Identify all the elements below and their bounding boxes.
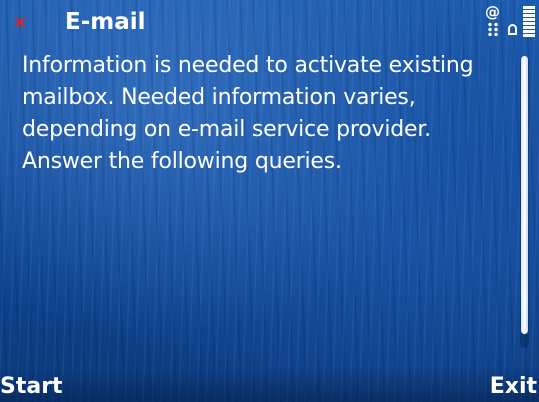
exit-softkey[interactable]: Exit (490, 372, 537, 402)
email-indicator-icon: @ (483, 4, 503, 40)
message-area: Information is needed to activate existi… (22, 50, 512, 350)
screen: × E-mail @ Information is needed to acti… (0, 0, 539, 402)
close-icon[interactable]: × (10, 12, 30, 34)
status-icons: @ (483, 4, 535, 42)
title-bar: × E-mail @ (0, 0, 539, 46)
softkey-bar: Start Exit (0, 368, 539, 402)
battery-icon (523, 6, 535, 42)
start-softkey[interactable]: Start (0, 372, 63, 402)
scrollbar[interactable] (520, 56, 529, 348)
scrollbar-thumb[interactable] (521, 56, 528, 334)
info-message: Information is needed to activate existi… (22, 53, 474, 174)
app-title: E-mail (65, 9, 146, 35)
lock-icon (506, 6, 520, 40)
